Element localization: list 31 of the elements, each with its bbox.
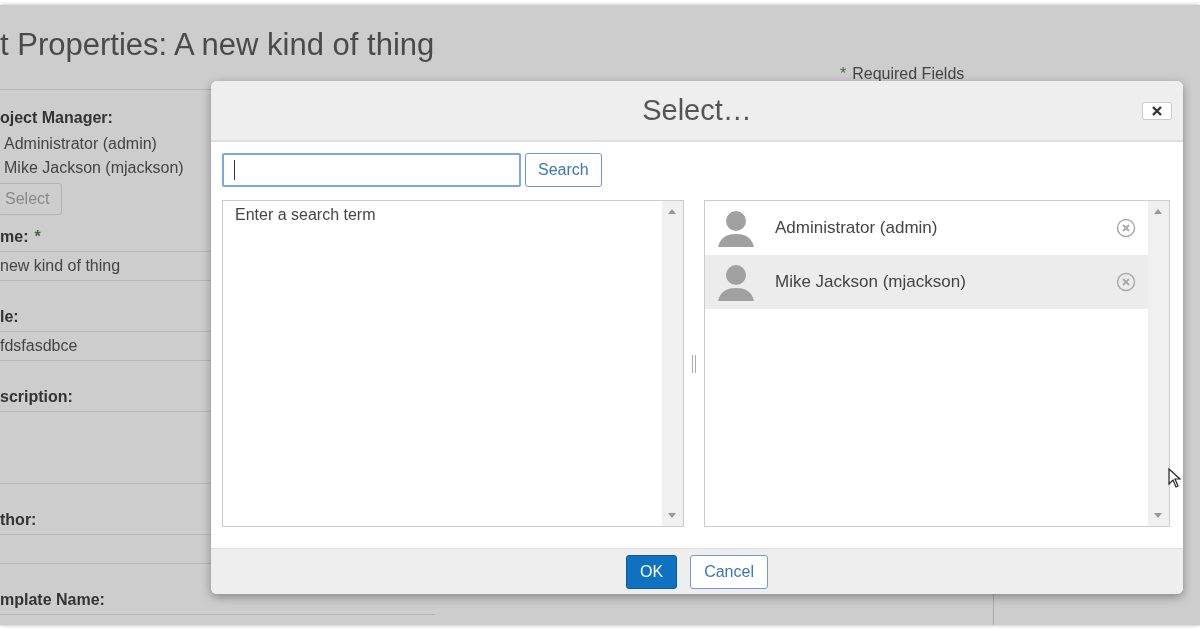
field-label: scription: <box>0 388 73 406</box>
scrollbar[interactable] <box>662 201 683 526</box>
remove-icon[interactable] <box>1116 272 1136 292</box>
field-label: oject Manager: <box>0 109 113 127</box>
field-label: le: <box>0 308 19 326</box>
close-button[interactable] <box>1142 102 1172 120</box>
field-label: mplate Name: <box>0 591 105 609</box>
person-name: Mike Jackson (mjackson) <box>4 158 184 178</box>
dialog-title: Select… <box>642 94 752 127</box>
field-label: me: <box>0 228 29 246</box>
user-avatar-icon <box>717 209 755 247</box>
person-name: Administrator (admin) <box>4 134 157 154</box>
search-field[interactable] <box>222 153 521 187</box>
ok-button[interactable]: OK <box>626 554 678 589</box>
close-icon <box>1151 105 1163 117</box>
search-hint: Enter a search term <box>234 205 377 225</box>
required-fields-note: Required Fields <box>852 65 965 83</box>
user-avatar-icon <box>717 263 755 301</box>
required-mark: * <box>34 228 41 246</box>
required-mark: * <box>840 65 847 83</box>
page-title: t Properties: A new kind of thing <box>0 27 436 63</box>
selected-user-item[interactable]: Mike Jackson (mjackson) <box>705 255 1148 309</box>
cancel-button[interactable]: Cancel <box>690 554 768 589</box>
user-name: Administrator (admin) <box>775 218 939 238</box>
resize-handle[interactable] <box>692 354 696 373</box>
user-name: Mike Jackson (mjackson) <box>775 272 967 292</box>
remove-icon[interactable] <box>1116 218 1136 238</box>
selected-user-item[interactable]: Administrator (admin) <box>705 201 1148 255</box>
scrollbar[interactable] <box>1148 201 1169 526</box>
field-label: thor: <box>0 511 37 529</box>
search-button[interactable]: Search <box>525 153 602 187</box>
